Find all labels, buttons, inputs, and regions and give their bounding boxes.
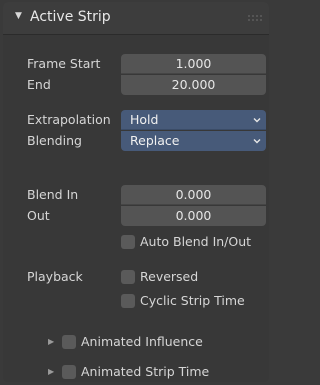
blend-in-label: Blend In <box>27 187 79 202</box>
blend-in-field[interactable]: 0.000 <box>121 185 266 205</box>
blend-out-field[interactable]: 0.000 <box>121 206 266 226</box>
cyclic-strip-time-label: Cyclic Strip Time <box>140 293 245 308</box>
frame-start-field[interactable]: 1.000 <box>121 54 266 74</box>
collapse-arrow-icon[interactable]: ▼ <box>15 11 22 21</box>
blending-label: Blending <box>27 133 82 148</box>
blending-value: Replace <box>130 133 180 148</box>
drag-handle-icon[interactable] <box>248 15 262 21</box>
checkbox-box[interactable] <box>62 335 76 349</box>
expand-arrow-icon[interactable]: ▶ <box>48 363 54 381</box>
blend-out-label: Out <box>27 208 50 223</box>
expand-arrow-icon[interactable]: ▶ <box>48 333 54 351</box>
playback-label: Playback <box>27 269 83 284</box>
panel-header[interactable]: ▼ Active Strip <box>3 2 269 35</box>
auto-blend-label: Auto Blend In/Out <box>140 234 252 249</box>
chevron-down-icon <box>253 139 261 144</box>
checkbox-box[interactable] <box>121 235 135 249</box>
active-strip-panel: ▼ Active Strip Frame Start 1.000 End 20.… <box>3 2 269 382</box>
checkbox-box[interactable] <box>62 365 76 379</box>
animated-influence-label: Animated Influence <box>81 334 203 349</box>
extrapolation-value: Hold <box>130 112 159 127</box>
end-label: End <box>27 77 51 92</box>
blending-dropdown[interactable]: Replace <box>121 131 266 151</box>
end-field[interactable]: 20.000 <box>121 75 266 95</box>
panel-title: Active Strip <box>30 9 111 25</box>
extrapolation-dropdown[interactable]: Hold <box>121 110 266 130</box>
extrapolation-label: Extrapolation <box>27 112 111 127</box>
chevron-down-icon <box>253 118 261 123</box>
checkbox-box[interactable] <box>121 294 135 308</box>
checkbox-box[interactable] <box>121 270 135 284</box>
animated-strip-time-label: Animated Strip Time <box>81 364 210 379</box>
frame-start-label: Frame Start <box>27 56 101 71</box>
reversed-label: Reversed <box>140 269 199 284</box>
